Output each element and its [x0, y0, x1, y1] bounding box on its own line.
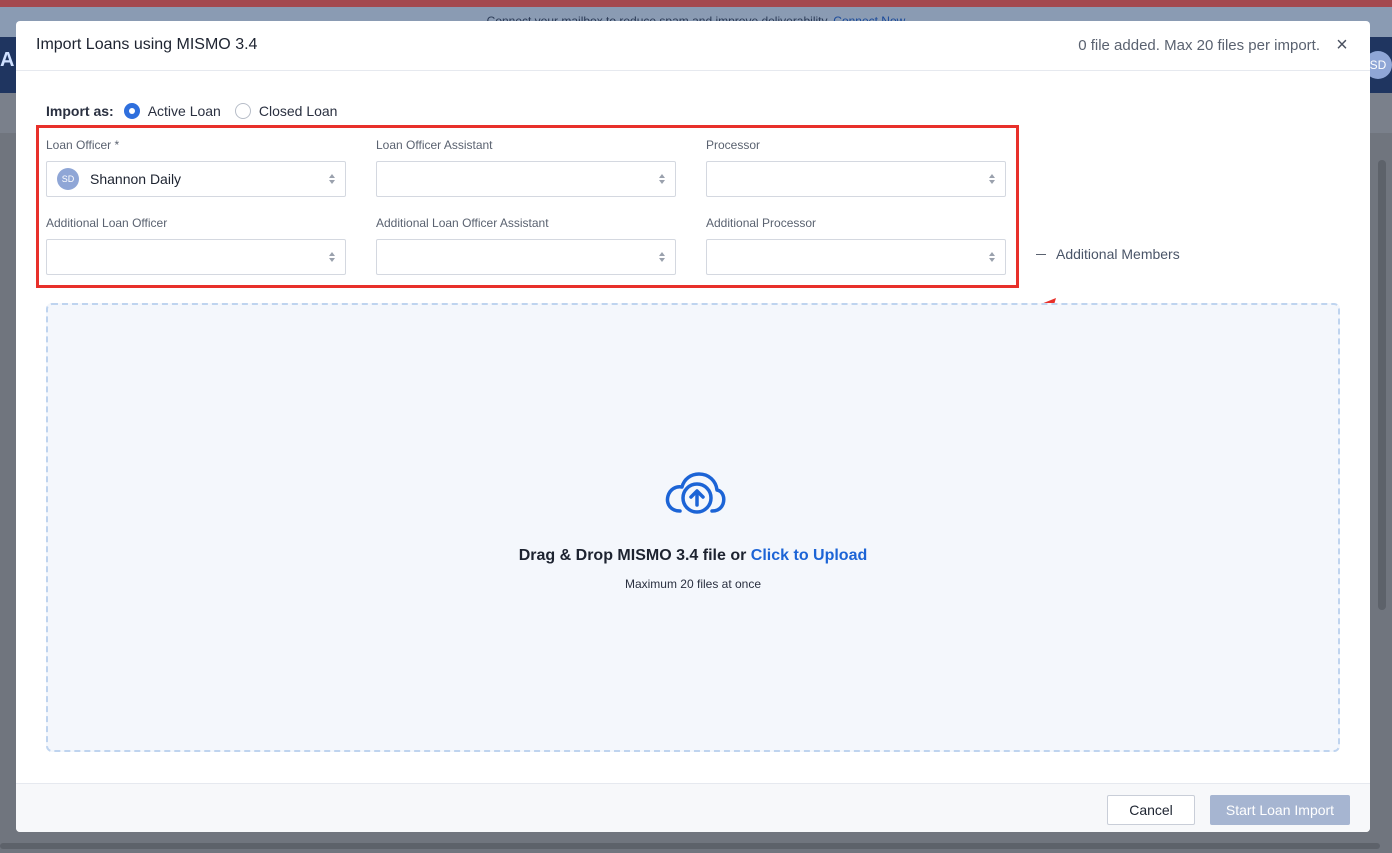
field-label: Processor	[706, 138, 761, 152]
avatar: SD	[57, 168, 79, 190]
additional-members-label: Additional Members	[1056, 246, 1180, 262]
sort-arrows-icon	[329, 173, 335, 185]
app-vertical-scrollbar[interactable]	[1378, 160, 1386, 610]
field-additional-loan-officer-assistant: Additional Loan Officer Assistant	[376, 216, 676, 275]
radio-closed-loan[interactable]: Closed Loan	[234, 103, 338, 119]
sort-arrows-icon	[989, 173, 995, 185]
modal-title: Import Loans using MISMO 3.4	[36, 36, 258, 53]
import-as-label: Import as:	[46, 103, 114, 119]
radio-label-active-loan: Active Loan	[147, 103, 221, 119]
sort-arrows-icon	[989, 251, 995, 263]
radio-unselected-icon[interactable]	[234, 103, 251, 119]
radio-selected-icon[interactable]	[123, 103, 140, 119]
additional-processor-select[interactable]	[706, 239, 1006, 275]
radio-label-closed-loan: Closed Loan	[258, 103, 338, 119]
modal-footer: Cancel Start Loan Import	[16, 783, 1370, 832]
field-label: Additional Loan Officer	[46, 216, 168, 230]
loan-officer-assistant-select[interactable]	[376, 161, 676, 197]
field-loan-officer: Loan Officer * SD Shannon Daily	[46, 138, 346, 197]
field-label: Loan Officer *	[46, 138, 120, 152]
app-horizontal-scrollbar[interactable]	[0, 843, 1380, 849]
sort-arrows-icon	[659, 173, 665, 185]
field-processor: Processor	[706, 138, 1006, 197]
additional-loan-officer-select[interactable]	[46, 239, 346, 275]
field-label: Additional Processor	[706, 216, 817, 230]
close-icon[interactable]: ×	[1332, 35, 1352, 55]
app-top-strip	[0, 0, 1392, 7]
field-label: Additional Loan Officer Assistant	[376, 216, 549, 230]
processor-select[interactable]	[706, 161, 1006, 197]
file-dropzone[interactable]: Drag & Drop MISMO 3.4 file or Click to U…	[46, 303, 1340, 752]
cloud-upload-icon	[665, 472, 726, 514]
app-logo[interactable]: A	[0, 49, 14, 72]
import-as-row: Import as: Active Loan Closed Loan	[46, 101, 351, 121]
file-count-status: 0 file added. Max 20 files per import.	[1078, 37, 1320, 54]
loan-officer-select[interactable]: SD Shannon Daily	[46, 161, 346, 197]
field-label: Loan Officer Assistant	[376, 138, 493, 152]
modal-header: Import Loans using MISMO 3.4 0 file adde…	[16, 21, 1370, 71]
start-loan-import-button[interactable]: Start Loan Import	[1210, 795, 1350, 825]
dropzone-subtext: Maximum 20 files at once	[624, 577, 762, 591]
import-loans-modal: Import Loans using MISMO 3.4 0 file adde…	[16, 21, 1370, 832]
minus-icon	[1036, 253, 1046, 255]
radio-active-loan[interactable]: Active Loan	[123, 103, 221, 119]
field-additional-processor: Additional Processor	[706, 216, 1006, 275]
additional-members-toggle[interactable]: Additional Members	[1036, 246, 1180, 262]
additional-loan-officer-assistant-select[interactable]	[376, 239, 676, 275]
cancel-button[interactable]: Cancel	[1107, 795, 1195, 825]
click-to-upload-link[interactable]: Click to Upload	[751, 547, 867, 564]
sort-arrows-icon	[659, 251, 665, 263]
dropzone-instructions: Drag & Drop MISMO 3.4 file or Click to U…	[48, 547, 1338, 565]
select-value: Shannon Daily	[90, 171, 182, 187]
field-additional-loan-officer: Additional Loan Officer	[46, 216, 346, 275]
field-loan-officer-assistant: Loan Officer Assistant	[376, 138, 676, 197]
sort-arrows-icon	[329, 251, 335, 263]
dropzone-text: Drag & Drop MISMO 3.4 file or	[518, 547, 747, 564]
